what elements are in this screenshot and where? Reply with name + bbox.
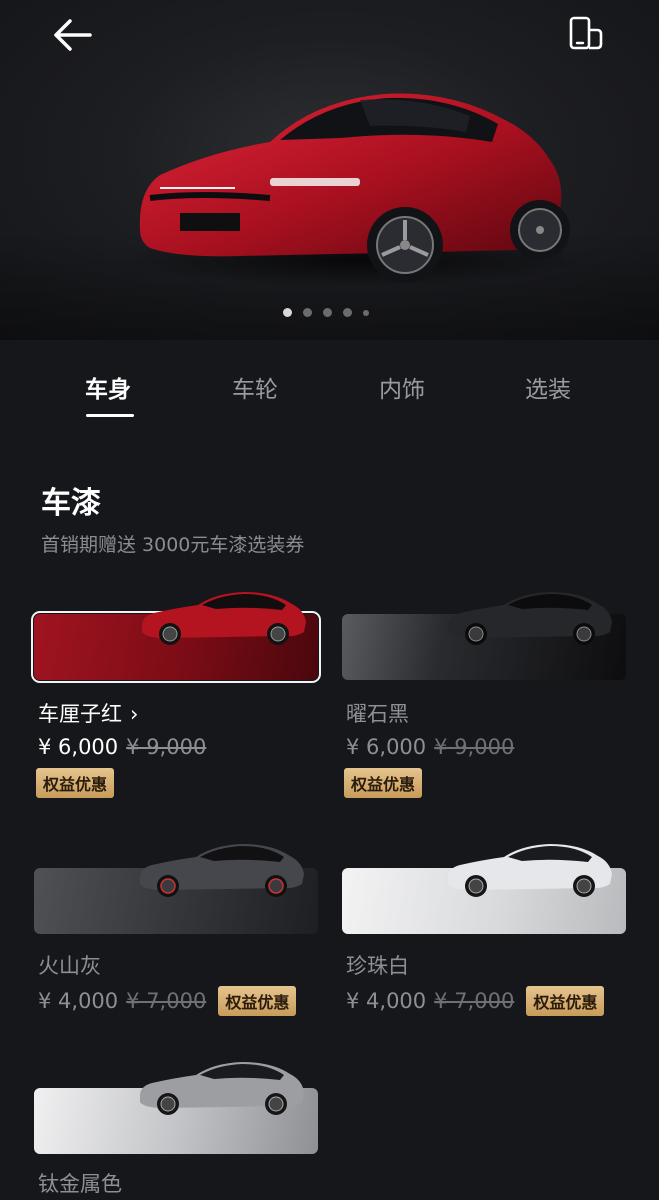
price-row: ¥ 6,000 ¥ 9,000 [38, 735, 206, 759]
current-price: ¥ 6,000 [346, 735, 427, 759]
benefit-badge: 权益优惠 [218, 986, 297, 1016]
paint-name-text: 车厘子红 [38, 702, 122, 726]
original-price: ¥ 7,000 [434, 989, 515, 1013]
paint-option-volcano-grey[interactable]: 火山灰 ¥ 4,000 ¥ 7,000 权益优惠 [34, 840, 324, 1020]
original-price: ¥ 9,000 [434, 735, 515, 759]
car-thumbnail-white [448, 844, 612, 897]
back-button[interactable] [50, 15, 98, 55]
original-price: ¥ 7,000 [126, 989, 207, 1013]
benefit-badge: 权益优惠 [526, 986, 605, 1016]
paint-name: 珍珠白 [346, 954, 409, 978]
carousel-dot[interactable] [363, 309, 369, 316]
carousel-dot[interactable] [343, 308, 352, 317]
chevron-right-icon[interactable]: › [130, 702, 138, 726]
price-row: ¥ 4,000 ¥ 7,000 权益优惠 [38, 986, 297, 1016]
car-thumbnail-red [142, 592, 306, 645]
section-title: 车漆 [41, 486, 101, 521]
benefit-badge: 权益优惠 [344, 768, 423, 798]
paint-option-obsidian-black[interactable]: 曜石黑 ¥ 6,000 ¥ 9,000 权益优惠 [342, 588, 632, 808]
car-hero-image [125, 93, 580, 286]
car-thumbnail-grey [140, 844, 304, 897]
benefit-badge: 权益优惠 [36, 768, 115, 798]
carousel-dot[interactable] [323, 308, 332, 317]
car-thumbnail-black [448, 592, 612, 645]
paint-name: 火山灰 [38, 954, 101, 978]
price-row: ¥ 6,000 ¥ 9,000 [346, 735, 514, 759]
tab-wheels[interactable]: 车轮 [232, 370, 278, 404]
paint-name: 曜石黑 [346, 702, 409, 726]
carousel-dot[interactable] [303, 308, 312, 317]
arrow-left-icon [54, 19, 92, 51]
tab-interior[interactable]: 内饰 [379, 370, 425, 404]
car-thumbnail-titanium [140, 1062, 304, 1115]
section-subtitle: 首销期赠送 3000元车漆选装券 [41, 534, 305, 556]
price-row: ¥ 4,000 ¥ 7,000 权益优惠 [346, 986, 605, 1016]
paint-name: 车厘子红 › [38, 698, 138, 728]
current-price: ¥ 4,000 [346, 989, 427, 1013]
paint-option-titanium[interactable]: 钛金属色 [34, 1058, 324, 1200]
tab-options[interactable]: 选装 [525, 370, 571, 404]
phone-side-icon [569, 16, 603, 50]
carousel-indicator [283, 308, 369, 317]
original-price: ¥ 9,000 [126, 735, 207, 759]
active-tab-indicator [86, 414, 134, 417]
hero-carousel[interactable] [0, 0, 659, 340]
paint-name: 钛金属色 [38, 1172, 122, 1196]
paint-option-pearl-white[interactable]: 珍珠白 ¥ 4,000 ¥ 7,000 权益优惠 [342, 840, 632, 1020]
tab-body[interactable]: 车身 [85, 370, 131, 404]
paint-option-cherry-red[interactable]: 车厘子红 › ¥ 6,000 ¥ 9,000 权益优惠 [31, 588, 324, 808]
config-tabs: 车身 车轮 内饰 选装 [0, 360, 659, 420]
phone-key-button[interactable] [566, 14, 606, 54]
current-price: ¥ 4,000 [38, 989, 119, 1013]
carousel-dot[interactable] [283, 308, 292, 317]
current-price: ¥ 6,000 [38, 735, 119, 759]
